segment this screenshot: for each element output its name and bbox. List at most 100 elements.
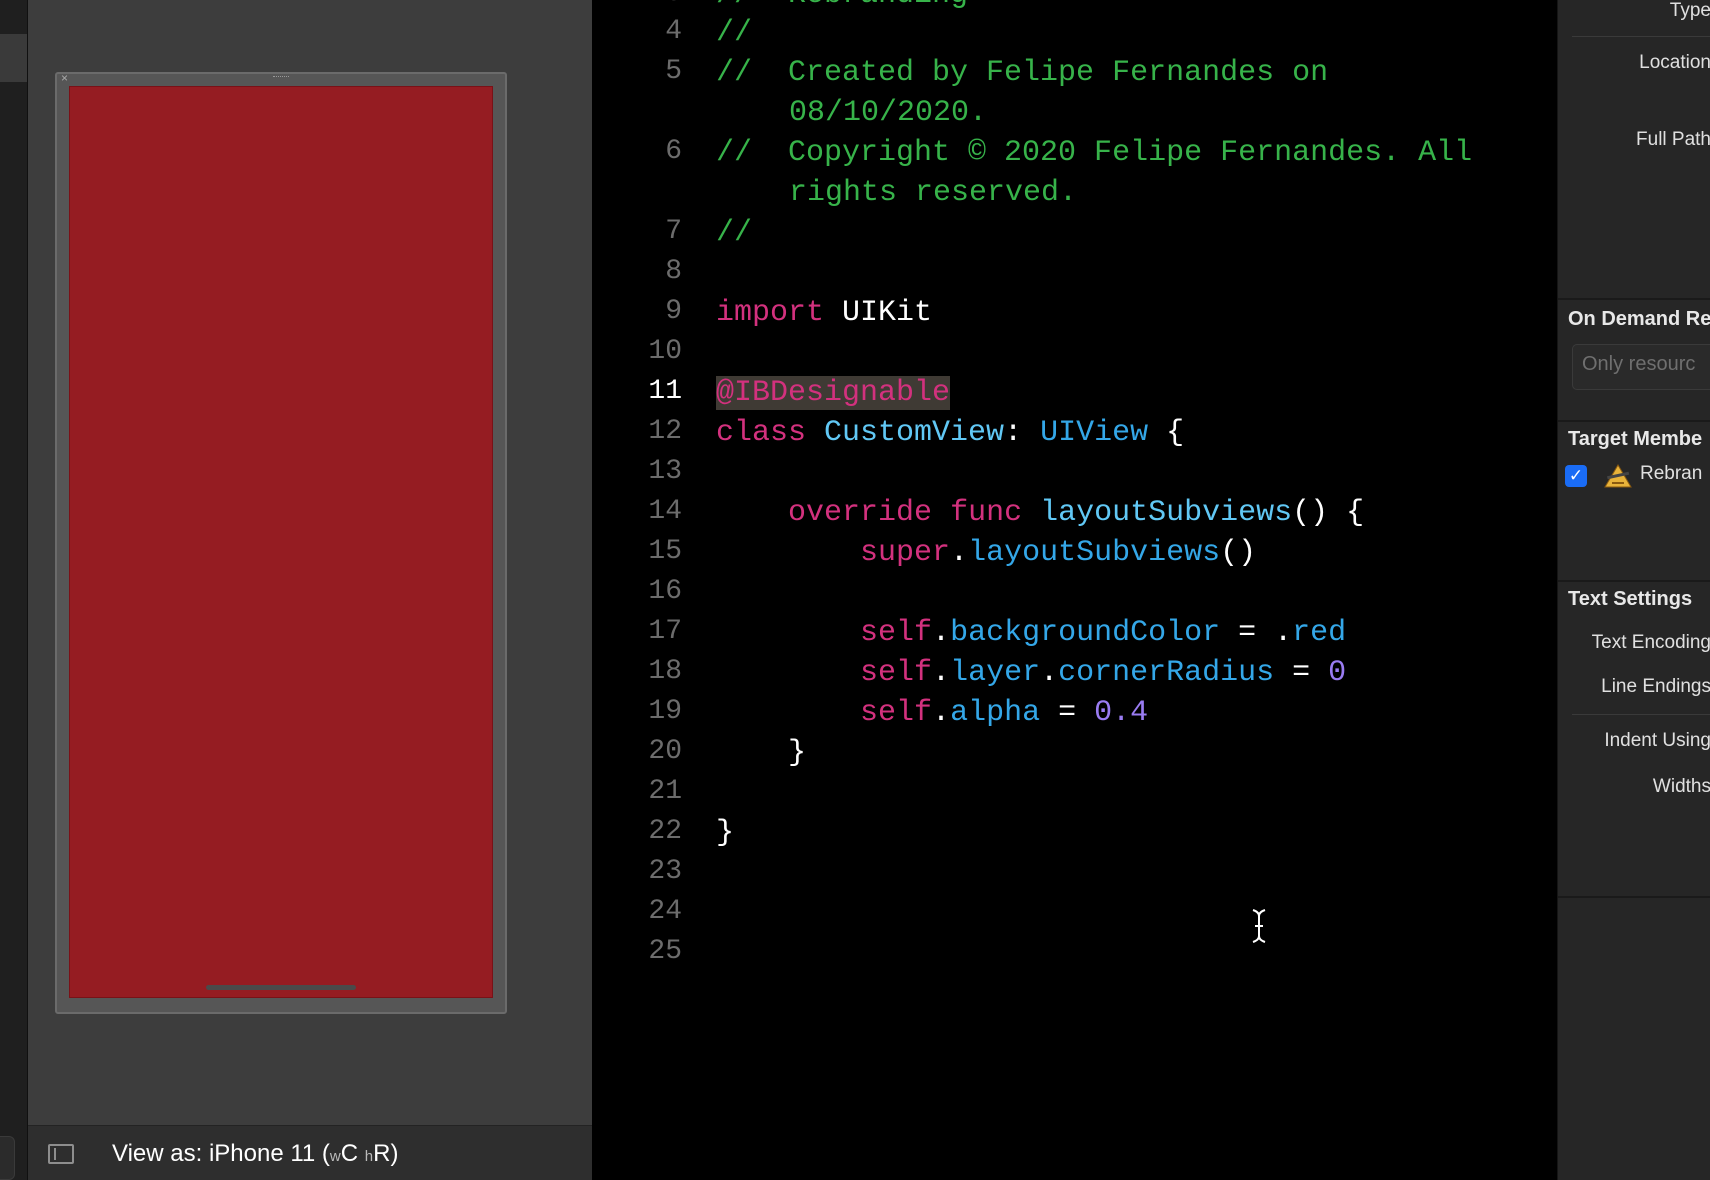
- code-line[interactable]: 23: [592, 856, 1557, 896]
- property-name: cornerRadius: [1058, 656, 1275, 690]
- function-name: layoutSubviews: [968, 536, 1221, 570]
- home-indicator: [206, 985, 356, 990]
- code-line[interactable]: 18 self.layer.cornerRadius = 0: [592, 656, 1557, 696]
- target-membership-checkbox[interactable]: ✓: [1565, 465, 1587, 487]
- navigator-selection[interactable]: [0, 34, 27, 82]
- line-code: self.backgroundColor = .red: [860, 616, 1347, 650]
- module-name: UIKit: [824, 296, 933, 330]
- line-code: self.alpha = 0.4: [860, 696, 1149, 730]
- code-line[interactable]: 25: [592, 936, 1557, 976]
- comment-text: //: [716, 216, 753, 250]
- line-number: 23: [648, 856, 682, 887]
- custom-view-preview[interactable]: [69, 86, 493, 998]
- line-code: rights reserved.: [789, 176, 1077, 210]
- keyword-token: override: [788, 496, 933, 530]
- code-line[interactable]: 13: [592, 456, 1557, 496]
- comment-text: // Created by Felipe Fernandes on: [716, 56, 1329, 90]
- line-code: //: [716, 16, 752, 50]
- keyword-token: func: [950, 496, 1023, 530]
- code-line[interactable]: 10: [592, 336, 1557, 376]
- keyword-token: import: [716, 296, 825, 330]
- code-line[interactable]: 5 // Created by Felipe Fernandes on: [592, 56, 1557, 96]
- divider: [1572, 36, 1710, 37]
- operator: =: [1040, 696, 1095, 730]
- text-settings-header: Text Settings: [1568, 588, 1693, 610]
- keyword-token: self: [860, 616, 933, 650]
- class-name: CustomView: [824, 416, 1005, 450]
- code-line[interactable]: 19 self.alpha = 0.4: [592, 696, 1557, 736]
- keyword-token: super: [860, 536, 951, 570]
- line-number: 21: [648, 776, 682, 807]
- navigator-bottom-tab[interactable]: [0, 1136, 15, 1180]
- document-outline-toggle-icon[interactable]: [48, 1144, 74, 1164]
- code-line[interactable]: 8: [592, 256, 1557, 296]
- interface-builder-canvas[interactable]: × View as: iPhone 11 (wC hR): [28, 0, 592, 1180]
- indent-using-label: Indent Using: [1604, 730, 1710, 751]
- line-number: 22: [648, 816, 682, 847]
- line-number: 8: [665, 256, 682, 287]
- section-divider: [1558, 420, 1710, 422]
- attribute-token: @IBDesignable: [716, 376, 951, 410]
- code-line[interactable]: 16: [592, 576, 1557, 616]
- line-code: override func layoutSubviews() {: [716, 496, 1364, 530]
- keyword-token: self: [860, 656, 933, 690]
- property-name: layer: [950, 656, 1041, 690]
- comment-text: 08/10/2020.: [789, 96, 988, 130]
- code-line-wrap[interactable]: rights reserved.: [592, 176, 1557, 216]
- code-line[interactable]: 4 //: [592, 16, 1557, 56]
- line-number: 20: [648, 736, 682, 767]
- text-cursor-icon: [1252, 909, 1266, 943]
- code-line[interactable]: 14 override func layoutSubviews() {: [592, 496, 1557, 536]
- brace: }: [788, 736, 807, 770]
- code-line[interactable]: 20 }: [592, 736, 1557, 776]
- code-line[interactable]: 22}: [592, 816, 1557, 856]
- code-line-wrap[interactable]: 08/10/2020.: [592, 96, 1557, 136]
- keyword-token: class: [716, 416, 807, 450]
- code-line[interactable]: 9 import UIKit: [592, 296, 1557, 336]
- line-number: 5: [665, 56, 682, 87]
- view-as-device-button[interactable]: View as: iPhone 11 (wC hR): [112, 1140, 398, 1168]
- function-name: layoutSubviews: [1040, 496, 1293, 530]
- code-line[interactable]: 17 self.backgroundColor = .red: [592, 616, 1557, 656]
- line-code: // Rebranding: [716, 0, 968, 12]
- line-number: 7: [665, 216, 682, 247]
- close-icon[interactable]: ×: [61, 72, 68, 84]
- resize-handle[interactable]: [273, 76, 289, 80]
- line-number: 11: [648, 376, 682, 407]
- navigator-edge: [0, 0, 28, 1180]
- code-line[interactable]: 7 //: [592, 216, 1557, 256]
- code-line[interactable]: 12 class CustomView: UIView {: [592, 416, 1557, 456]
- view-as-label: View as: iPhone 11 (: [112, 1140, 330, 1167]
- punctuation: {: [1148, 416, 1185, 450]
- scene-frame[interactable]: ×: [55, 72, 507, 1014]
- line-number: 18: [648, 656, 682, 687]
- section-divider: [1558, 896, 1710, 898]
- type-name: UIView: [1040, 416, 1149, 450]
- number-literal: 0: [1328, 656, 1347, 690]
- size-class-h: h: [364, 1148, 374, 1165]
- code-line[interactable]: 15 super.layoutSubviews(): [592, 536, 1557, 576]
- line-number: 16: [648, 576, 682, 607]
- comment-text: // Copyright © 2020 Felipe Fernandes. Al…: [716, 136, 1473, 170]
- code-line[interactable]: 21: [592, 776, 1557, 816]
- line-number: 3: [612, 0, 682, 9]
- keyword-token: self: [860, 696, 933, 730]
- target-membership-header: Target Membe: [1568, 428, 1703, 450]
- number-literal: 0.4: [1094, 696, 1149, 730]
- line-code: 08/10/2020.: [789, 96, 987, 130]
- line-number: 19: [648, 696, 682, 727]
- line-number: 4: [665, 16, 682, 47]
- code-line[interactable]: 11 @IBDesignable: [592, 376, 1557, 416]
- line-endings-label: Line Endings: [1601, 676, 1710, 697]
- section-divider: [1558, 298, 1710, 300]
- code-editor[interactable]: 3 // Rebranding 4 // 5 // Created by Felipe F…: [592, 0, 1557, 1180]
- line-number: 12: [648, 416, 682, 447]
- code-line[interactable]: 24: [592, 896, 1557, 936]
- line-code: }: [716, 736, 806, 770]
- text-encoding-label: Text Encoding: [1591, 632, 1710, 653]
- line-code: // Copyright © 2020 Felipe Fernandes. Al…: [716, 136, 1472, 170]
- code-line[interactable]: 6 // Copyright © 2020 Felipe Fernandes. A…: [592, 136, 1557, 176]
- full-path-label: Full Path: [1636, 129, 1710, 150]
- operator: = .: [1220, 616, 1293, 650]
- line-number: 6: [665, 136, 682, 167]
